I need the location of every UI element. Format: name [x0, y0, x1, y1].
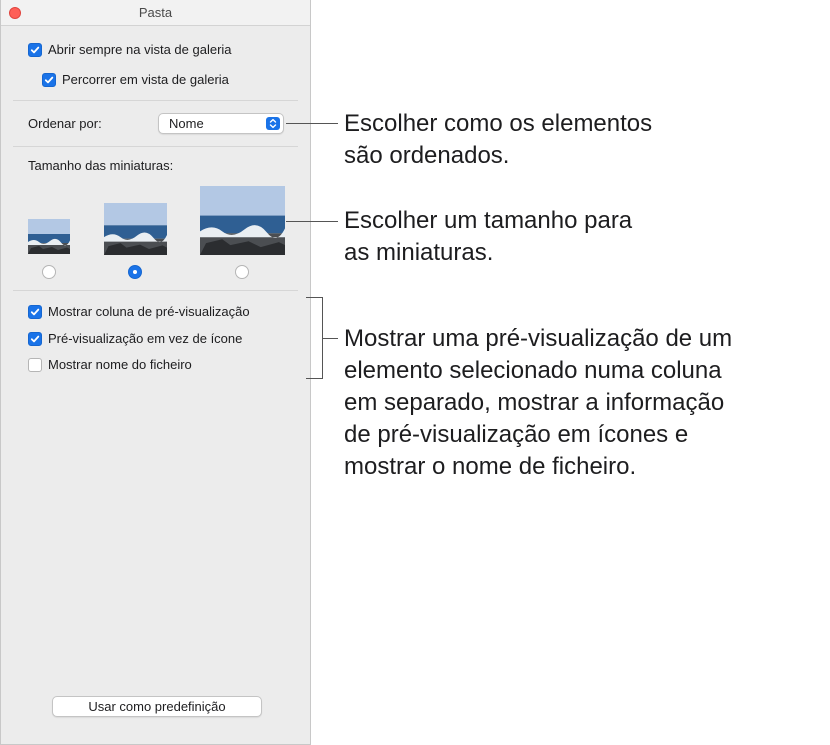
thumbnail-small-image[interactable] [28, 219, 70, 254]
callout-leader-sort [286, 123, 338, 124]
seascape-image [200, 186, 285, 255]
divider [13, 100, 298, 101]
thumbnail-large-image[interactable] [200, 186, 285, 255]
callout-bracket-bottom [306, 378, 322, 379]
seascape-image [104, 203, 167, 255]
browse-gallery-checkbox[interactable] [42, 72, 56, 87]
sort-label: Ordenar por: [28, 116, 102, 131]
callout-leader-preview [322, 338, 338, 339]
preview-instead-icon-option[interactable]: Pré-visualização em vez de ícone [28, 331, 242, 346]
open-gallery-option[interactable]: Abrir sempre na vista de galeria [28, 42, 232, 57]
updown-chevron-icon [266, 117, 280, 130]
thumbnail-size-label: Tamanho das miniaturas: [28, 158, 174, 173]
title-bar: Pasta [1, 0, 310, 26]
callout-preview-line-4: de pré-visualização em ícones e [344, 421, 689, 448]
show-preview-column-checkbox[interactable] [28, 304, 42, 319]
callout-thumbs-line-1: Escolher um tamanho para [344, 207, 633, 234]
folder-view-options-window: Pasta Abrir sempre na vista de galeria P… [0, 0, 311, 745]
show-filename-label: Mostrar nome do ficheiro [48, 357, 192, 372]
divider [13, 290, 298, 291]
seascape-image [28, 219, 70, 254]
callout-sort-line-2: são ordenados. [344, 142, 510, 169]
callout-bracket-top [306, 297, 322, 298]
callout-sort: Escolher como os elementos são ordenados… [344, 108, 652, 172]
open-gallery-label: Abrir sempre na vista de galeria [48, 42, 232, 57]
callout-preview-line-3: em separado, mostrar a informação [344, 389, 725, 416]
thumbnail-small-radio[interactable] [42, 265, 56, 279]
window-title: Pasta [138, 5, 173, 20]
checkmark-icon [44, 76, 54, 83]
thumbnail-medium-image[interactable] [104, 203, 167, 255]
callout-preview-line-5: mostrar o nome de ficheiro. [344, 453, 637, 480]
sort-by-popup[interactable]: Nome [158, 113, 284, 134]
preview-instead-icon-label: Pré-visualização em vez de ícone [48, 331, 243, 346]
open-gallery-checkbox[interactable] [28, 42, 42, 57]
divider [13, 146, 298, 147]
checkmark-icon [30, 335, 40, 342]
sort-by-value: Nome [169, 116, 204, 131]
callout-preview: Mostrar uma pré-visualização de um eleme… [344, 323, 732, 483]
checkmark-icon [30, 46, 40, 53]
thumbnail-large-radio[interactable] [235, 265, 249, 279]
show-preview-column-option[interactable]: Mostrar coluna de pré-visualização [28, 304, 250, 319]
callout-thumbs: Escolher um tamanho para as miniaturas. [344, 205, 632, 269]
show-filename-checkbox[interactable] [28, 357, 42, 372]
callout-thumbs-line-2: as miniaturas. [344, 239, 494, 266]
browse-gallery-option[interactable]: Percorrer em vista de galeria [42, 72, 229, 87]
preview-instead-icon-checkbox[interactable] [28, 331, 42, 346]
browse-gallery-label: Percorrer em vista de galeria [62, 72, 229, 87]
show-filename-option[interactable]: Mostrar nome do ficheiro [28, 357, 192, 372]
callout-leader-thumbs [286, 221, 338, 222]
use-as-defaults-button[interactable]: Usar como predefinição [52, 696, 262, 717]
checkmark-icon [30, 308, 40, 315]
thumbnail-medium-radio[interactable] [128, 265, 142, 279]
callout-preview-line-2: elemento selecionado numa coluna [344, 357, 722, 384]
close-window-button[interactable] [9, 7, 21, 19]
callout-preview-line-1: Mostrar uma pré-visualização de um [344, 325, 733, 352]
show-preview-column-label: Mostrar coluna de pré-visualização [48, 304, 250, 319]
callout-sort-line-1: Escolher como os elementos [344, 110, 653, 137]
